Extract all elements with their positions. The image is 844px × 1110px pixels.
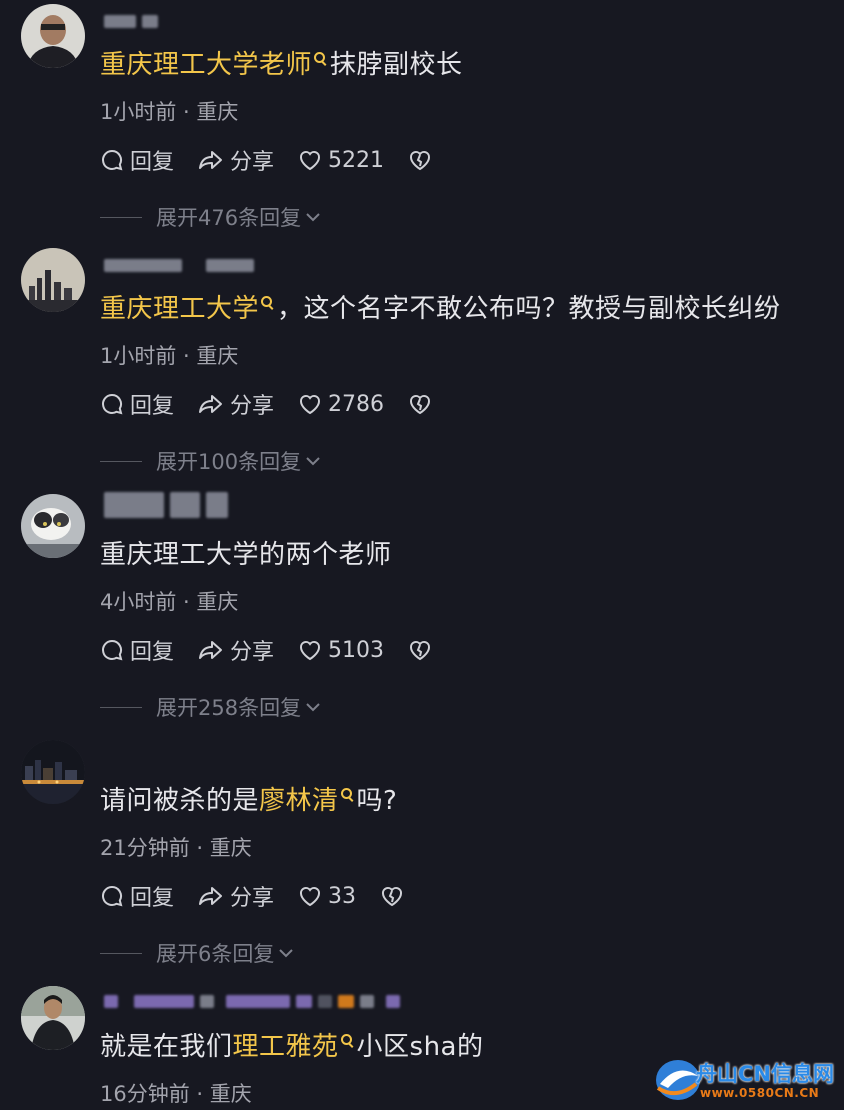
reply-button[interactable]: 回复 [100, 388, 174, 420]
comment-actions: 回复 分享 33 [100, 880, 434, 912]
share-arrow-icon [199, 151, 223, 169]
comment-actions: 回复 分享 2786 [100, 388, 462, 420]
share-arrow-icon [199, 887, 223, 905]
broken-heart-icon [410, 394, 431, 415]
share-button[interactable]: 分享 [198, 880, 274, 912]
reply-button[interactable]: 回复 [100, 634, 174, 666]
divider-line [100, 706, 142, 708]
dislike-button[interactable] [408, 149, 438, 171]
divider-line [100, 460, 142, 462]
username-blurred [104, 256, 254, 274]
chevron-down-icon [306, 457, 320, 466]
chevron-down-icon [306, 703, 320, 712]
search-keyword-link[interactable]: 重庆理工大学 [100, 294, 277, 324]
comment-meta: 1小时前 · 重庆 [100, 344, 239, 368]
share-arrow-icon [199, 641, 223, 659]
dislike-button[interactable] [408, 639, 438, 661]
comment-text: 就是在我们理工雅苑 小区sha的 [100, 1032, 484, 1062]
comment-actions: 回复 分享 5221 [100, 144, 462, 176]
expand-replies-button[interactable]: 展开100条回复 [100, 446, 321, 476]
broken-heart-icon [410, 640, 431, 661]
chevron-down-icon [279, 949, 294, 958]
like-button[interactable]: 2786 [298, 392, 384, 417]
share-button[interactable]: 分享 [198, 144, 274, 176]
comment-meta: 1小时前 · 重庆 [100, 100, 239, 124]
like-button[interactable]: 5221 [298, 148, 384, 173]
share-button[interactable]: 分享 [198, 634, 274, 666]
broken-heart-icon [410, 150, 431, 171]
reply-button[interactable]: 回复 [100, 880, 174, 912]
broken-heart-icon [382, 886, 403, 907]
heart-icon [300, 394, 321, 415]
search-keyword-link[interactable]: 廖林清 [259, 786, 357, 816]
comment-bubble-icon [102, 639, 123, 661]
comment-bubble-icon [102, 393, 123, 415]
search-keyword-link[interactable]: 理工雅苑 [233, 1032, 357, 1062]
username-blurred [104, 992, 400, 1010]
dislike-button[interactable] [380, 885, 410, 907]
username-blurred [104, 12, 158, 30]
username-blurred [104, 492, 228, 518]
search-icon [340, 788, 353, 800]
comment-meta: 4小时前 · 重庆 [100, 590, 239, 614]
comment-text: 重庆理工大学老师 抹脖副校长 [100, 50, 463, 80]
heart-icon [300, 640, 321, 661]
expand-replies-button[interactable]: 展开476条回复 [100, 202, 321, 232]
avatar[interactable] [21, 494, 85, 558]
avatar[interactable] [21, 740, 85, 804]
like-count: 2786 [328, 391, 385, 417]
like-count: 5103 [328, 637, 385, 663]
like-button[interactable]: 5103 [298, 638, 384, 663]
reply-button[interactable]: 回复 [100, 144, 174, 176]
comment-text: 重庆理工大学的两个老师 [100, 540, 392, 570]
avatar[interactable] [21, 4, 85, 68]
avatar[interactable] [21, 986, 85, 1050]
like-count: 33 [328, 883, 357, 909]
watermark-url: www.0580CN.CN [700, 1086, 820, 1100]
divider-line [100, 952, 142, 954]
comment-actions: 回复 分享 5103 [100, 634, 462, 666]
search-keyword-link[interactable]: 重庆理工大学老师 [100, 50, 330, 80]
search-icon [314, 52, 326, 64]
search-icon [261, 296, 273, 308]
expand-replies-button[interactable]: 展开258条回复 [100, 692, 321, 722]
share-arrow-icon [199, 395, 223, 413]
share-button[interactable]: 分享 [198, 388, 274, 420]
like-button[interactable]: 33 [298, 884, 356, 909]
heart-icon [300, 886, 321, 907]
comment-bubble-icon [102, 885, 123, 907]
comment-text: 请问被杀的是廖林清 吗? [100, 786, 398, 816]
search-icon [340, 1034, 353, 1046]
chevron-down-icon [306, 213, 320, 222]
avatar[interactable] [21, 248, 85, 312]
comment-meta: 16分钟前 · 重庆 [100, 1082, 252, 1106]
comment-bubble-icon [102, 149, 123, 171]
like-count: 5221 [328, 147, 385, 173]
site-watermark: 舟山CN信息网 www.0580CN.CN [652, 1054, 838, 1106]
watermark-title: 舟山CN信息网 [696, 1062, 834, 1086]
comment-text: 重庆理工大学 ，这个名字不敢公布吗？教授与副校长纠纷 [100, 294, 781, 324]
heart-icon [300, 150, 321, 171]
comment-meta: 21分钟前 · 重庆 [100, 836, 252, 860]
expand-replies-button[interactable]: 展开6条回复 [100, 938, 294, 968]
dislike-button[interactable] [408, 393, 438, 415]
divider-line [100, 216, 142, 218]
